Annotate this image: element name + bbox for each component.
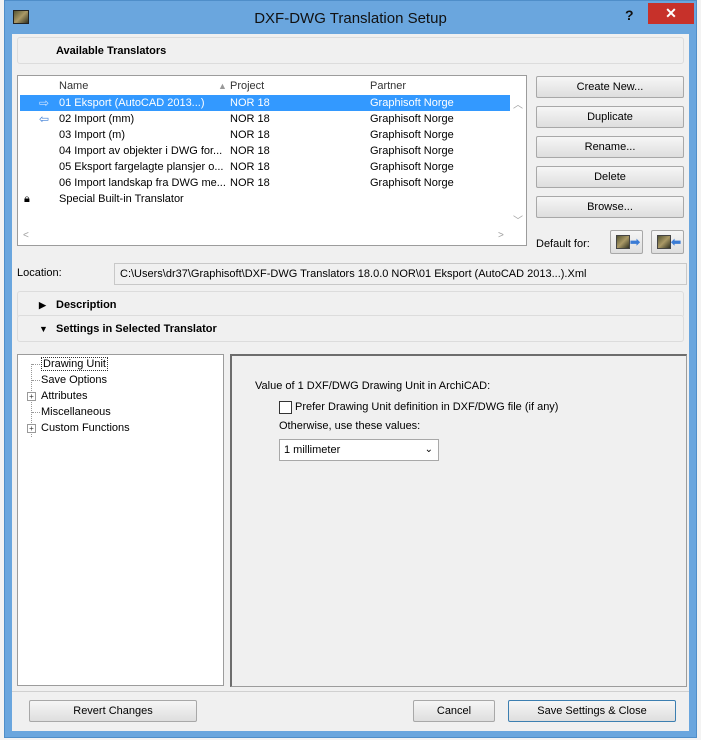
sort-ascending-icon: ▲ <box>218 81 227 91</box>
browse-button[interactable]: Browse... <box>536 196 684 218</box>
scroll-left-icon[interactable]: < <box>23 230 29 241</box>
document-icon <box>657 235 671 249</box>
help-button[interactable]: ? <box>625 7 634 23</box>
prefer-drawing-unit-checkbox[interactable] <box>279 401 292 414</box>
tree-item-custom-functions[interactable]: Custom Functions <box>41 420 130 436</box>
otherwise-label: Otherwise, use these values: <box>279 420 421 432</box>
default-export-button[interactable]: ➡ <box>610 230 643 254</box>
save-settings-close-button[interactable]: Save Settings & Close <box>508 700 676 722</box>
title-bar[interactable]: DXF-DWG Translation Setup ? ✕ <box>5 1 696 35</box>
row-name: 01 Eksport (AutoCAD 2013...) <box>59 97 205 109</box>
tree-item-label: Drawing Unit <box>41 357 108 371</box>
duplicate-button[interactable]: Duplicate <box>536 106 684 128</box>
row-name: 06 Import landskap fra DWG me... <box>59 177 226 189</box>
tree-item-drawing-unit[interactable]: Drawing Unit <box>41 356 108 372</box>
tree-item-miscellaneous[interactable]: Miscellaneous <box>41 404 111 420</box>
row-partner: Graphisoft Norge <box>370 161 454 173</box>
column-header-partner[interactable]: Partner <box>370 80 406 92</box>
translators-list[interactable]: Name ▲ Project Partner ⇨ 01 Eksport (Aut… <box>17 75 527 246</box>
tree-item-save-options[interactable]: Save Options <box>41 372 107 388</box>
row-partner: Graphisoft Norge <box>370 145 454 157</box>
row-name: 03 Import (m) <box>59 129 126 141</box>
row-name: 05 Eksport fargelagte plansjer o... <box>59 161 224 173</box>
row-project: NOR 18 <box>230 161 270 173</box>
scroll-up-icon[interactable]: ︿ <box>513 96 523 111</box>
document-icon <box>616 235 630 249</box>
location-label: Location: <box>17 267 62 279</box>
settings-tree[interactable]: Drawing Unit Save Options + Attributes M… <box>17 354 224 686</box>
prefer-drawing-unit-label[interactable]: Prefer Drawing Unit definition in DXF/DW… <box>295 401 558 413</box>
tree-line <box>32 380 40 381</box>
collapsed-triangle-icon: ▶ <box>39 300 46 310</box>
available-translators-header: Available Translators <box>17 37 684 64</box>
expanded-triangle-icon: ▼ <box>39 324 48 334</box>
unit-select[interactable]: 1 millimeter ⌄ <box>279 439 439 461</box>
list-header: Name ▲ Project Partner <box>18 78 526 94</box>
row-project: NOR 18 <box>230 113 270 125</box>
expand-plus-icon[interactable]: + <box>27 424 36 433</box>
table-row[interactable]: 05 Eksport fargelagte plansjer o... NOR … <box>20 159 510 175</box>
horizontal-scrollbar[interactable]: < > <box>18 229 526 245</box>
table-row[interactable]: ⇨ 01 Eksport (AutoCAD 2013...) NOR 18 Gr… <box>20 95 510 111</box>
delete-button[interactable]: Delete <box>536 166 684 188</box>
section-title: Available Translators <box>56 45 167 57</box>
rename-button[interactable]: Rename... <box>536 136 684 158</box>
chevron-down-icon: ⌄ <box>424 444 433 455</box>
drawing-unit-heading: Value of 1 DXF/DWG Drawing Unit in Archi… <box>255 380 491 392</box>
tree-line <box>32 412 40 413</box>
column-header-name[interactable]: Name <box>59 80 88 92</box>
row-name: 04 Import av objekter i DWG for... <box>59 145 223 157</box>
default-import-button[interactable]: ⬅ <box>651 230 684 254</box>
description-header[interactable]: ▶ Description <box>17 291 684 318</box>
export-arrow-icon: ➡ <box>630 235 641 249</box>
row-partner: Graphisoft Norge <box>370 97 454 109</box>
section-title: Description <box>56 299 117 311</box>
scroll-down-icon[interactable]: ﹀ <box>513 212 523 227</box>
row-partner: Graphisoft Norge <box>370 129 454 141</box>
row-project: NOR 18 <box>230 177 270 189</box>
expand-plus-icon[interactable]: + <box>27 392 36 401</box>
dialog-window: DXF-DWG Translation Setup ? ✕ Available … <box>4 0 697 738</box>
vertical-scrollbar[interactable]: ︿ ﹀ <box>510 94 526 229</box>
window-title: DXF-DWG Translation Setup <box>254 10 447 27</box>
section-title: Settings in Selected Translator <box>56 323 217 335</box>
revert-changes-button[interactable]: Revert Changes <box>29 700 197 722</box>
row-project: NOR 18 <box>230 145 270 157</box>
cancel-button[interactable]: Cancel <box>413 700 495 722</box>
column-header-project[interactable]: Project <box>230 80 264 92</box>
row-name: Special Built-in Translator <box>59 193 184 205</box>
table-row[interactable]: 03 Import (m) NOR 18 Graphisoft Norge <box>20 127 510 143</box>
row-partner: Graphisoft Norge <box>370 177 454 189</box>
row-name: 02 Import (mm) <box>59 113 135 125</box>
import-arrow-icon: ⬅ <box>671 235 682 249</box>
table-row[interactable]: ⇦ 02 Import (mm) NOR 18 Graphisoft Norge <box>20 111 510 127</box>
row-project: NOR 18 <box>230 97 270 109</box>
import-arrow-icon: ⇦ <box>39 112 50 126</box>
unit-select-value: 1 millimeter <box>284 444 341 456</box>
settings-pane: Value of 1 DXF/DWG Drawing Unit in Archi… <box>230 354 687 687</box>
scroll-right-icon[interactable]: > <box>498 230 504 241</box>
row-partner: Graphisoft Norge <box>370 113 454 125</box>
tree-item-attributes[interactable]: Attributes <box>41 388 87 404</box>
table-row[interactable]: 04 Import av objekter i DWG for... NOR 1… <box>20 143 510 159</box>
default-for-label: Default for: <box>536 238 590 250</box>
dialog-body: Available Translators Name ▲ Project Par… <box>12 34 689 731</box>
footer-divider <box>12 691 689 692</box>
export-arrow-icon: ⇨ <box>39 96 50 110</box>
location-field[interactable]: C:\Users\dr37\Graphisoft\DXF-DWG Transla… <box>114 263 687 285</box>
close-button[interactable]: ✕ <box>648 3 694 24</box>
create-new-button[interactable]: Create New... <box>536 76 684 98</box>
lock-icon: 🔒︎ <box>24 193 30 205</box>
tree-line <box>32 364 40 365</box>
table-row[interactable]: 🔒︎ Special Built-in Translator <box>20 191 510 207</box>
table-row[interactable]: 06 Import landskap fra DWG me... NOR 18 … <box>20 175 510 191</box>
row-project: NOR 18 <box>230 129 270 141</box>
settings-header[interactable]: ▼ Settings in Selected Translator <box>17 315 684 342</box>
